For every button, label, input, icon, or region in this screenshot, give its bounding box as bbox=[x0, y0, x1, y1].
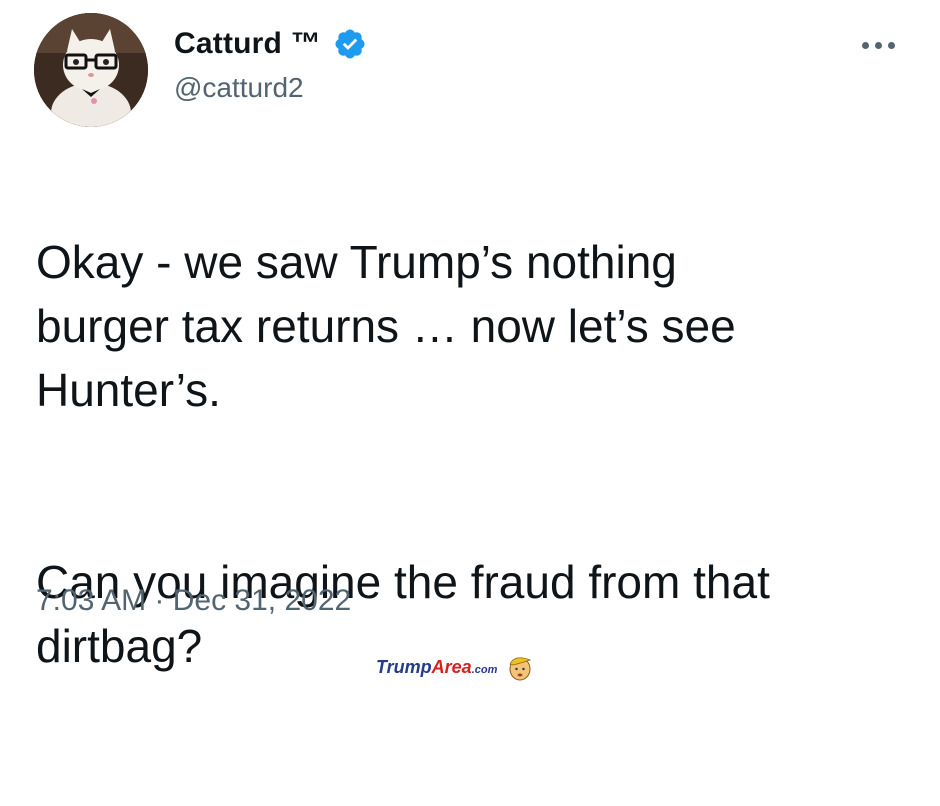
tweet-text: Okay - we saw Trump’s nothing burger tax… bbox=[36, 166, 916, 806]
verified-badge-icon bbox=[335, 29, 365, 59]
watermark-text: TrumpArea.com bbox=[376, 657, 497, 678]
more-horizontal-icon[interactable] bbox=[862, 38, 902, 52]
watermark-part-2: Area bbox=[431, 656, 472, 677]
dot bbox=[862, 41, 869, 49]
cat-with-glasses-avatar-icon bbox=[34, 13, 148, 127]
user-handle[interactable]: @catturd2 bbox=[174, 72, 304, 104]
dot bbox=[888, 41, 895, 49]
dot bbox=[875, 41, 882, 49]
avatar[interactable] bbox=[34, 13, 148, 127]
watermark: TrumpArea.com bbox=[376, 652, 535, 682]
watermark-part-1: Trump bbox=[376, 656, 432, 677]
tweet-timestamp[interactable]: 7:03 AM · Dec 31, 2022 bbox=[36, 584, 351, 618]
watermark-part-3: .com bbox=[471, 663, 498, 676]
display-name[interactable]: Catturd ™ bbox=[174, 27, 321, 61]
trump-face-logo-icon bbox=[509, 657, 532, 681]
tweet-paragraph-1: Okay - we saw Trump’s nothing burger tax… bbox=[36, 236, 736, 416]
